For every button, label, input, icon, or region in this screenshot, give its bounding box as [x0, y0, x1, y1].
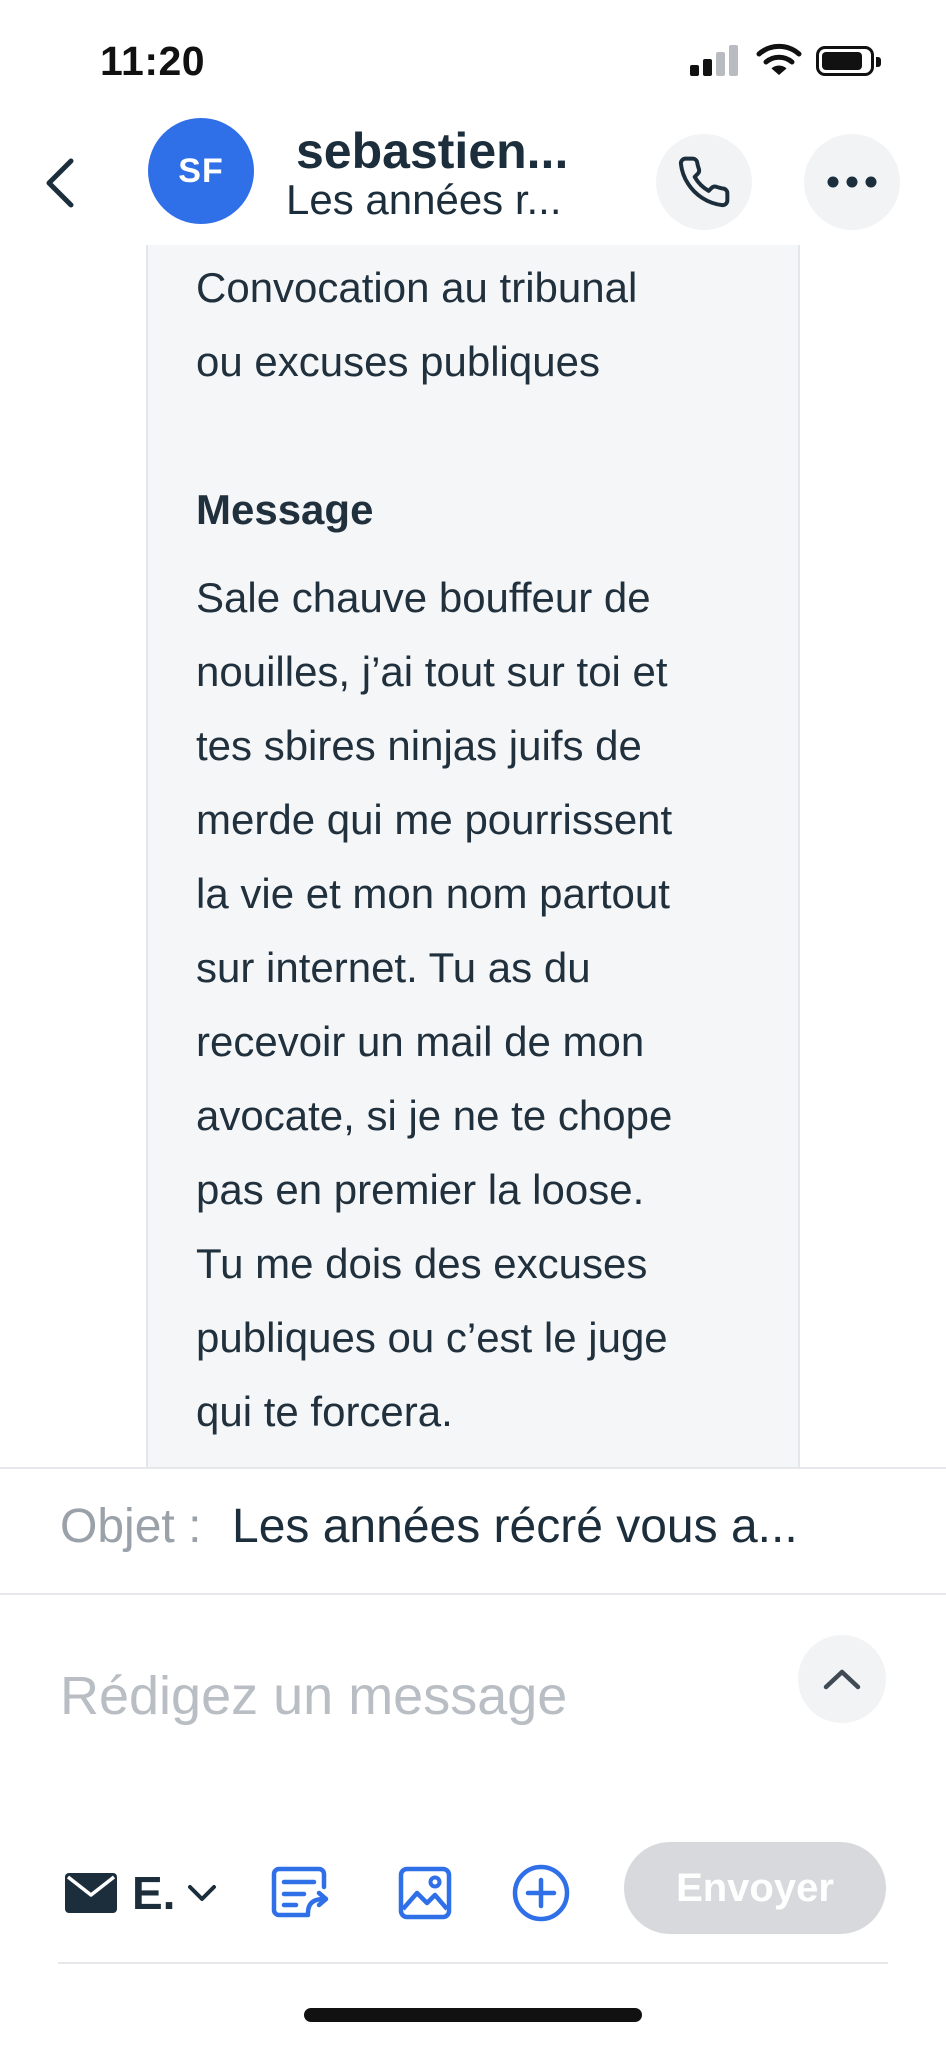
message-body-line: sur internet. Tu as du [196, 944, 591, 991]
conversation-screen: 11:20 SF sebastien... Les années r... Co… [0, 0, 946, 2048]
signal-icon [690, 44, 740, 76]
wifi-icon [756, 42, 802, 83]
subject-label: Objet : [60, 1500, 202, 1553]
send-button[interactable]: Envoyer [624, 1842, 886, 1934]
battery-icon [816, 46, 881, 76]
message-subject-line-1: Convocation au tribunal [196, 264, 638, 311]
image-icon [398, 1866, 452, 1920]
call-button[interactable] [656, 134, 752, 230]
message-body-line: publiques ou c’est le juge [196, 1314, 668, 1361]
message-body-line: Tu me dois des excuses [196, 1240, 648, 1287]
message-body-line: Sale chauve bouffeur de [196, 574, 651, 621]
message-body-line: recevoir un mail de mon [196, 1018, 645, 1065]
template-icon [271, 1866, 329, 1918]
status-time: 11:20 [100, 38, 206, 84]
message-body-line: merde qui me pourrissent [196, 796, 673, 843]
template-button[interactable] [268, 1858, 338, 1928]
subject-value[interactable]: Les années récré vous a... [232, 1499, 798, 1554]
message-heading: Message [196, 486, 374, 533]
message-body-line: tes sbires ninjas juifs de [196, 722, 642, 769]
conversation-header: SF sebastien... Les années r... [0, 110, 946, 245]
back-button[interactable] [30, 148, 90, 218]
image-button[interactable] [390, 1858, 460, 1928]
message-body-line: nouilles, j’ai tout sur toi et [196, 648, 668, 695]
channel-label: E. [132, 1867, 176, 1919]
status-bar: 11:20 [0, 0, 946, 110]
add-button[interactable] [506, 1858, 576, 1928]
message-body-line: avocate, si je ne te chope [196, 1092, 673, 1139]
phone-icon [678, 156, 730, 208]
subject-field[interactable]: Objet : Les années récré vous a... [0, 1467, 946, 1595]
chevron-down-icon [188, 1885, 217, 1901]
expand-compose-button[interactable] [798, 1635, 886, 1723]
add-circle-icon [512, 1864, 570, 1922]
channel-selector[interactable]: E. [64, 1858, 217, 1928]
mail-icon [65, 1873, 117, 1913]
chevron-up-icon [823, 1669, 861, 1690]
message-subject-line-2: ou excuses publiques [196, 338, 600, 385]
message-input[interactable]: Rédigez un message [60, 1665, 567, 1727]
more-horizontal-icon [827, 176, 877, 188]
avatar[interactable]: SF [148, 118, 254, 224]
message-body-line: qui te forcera. [196, 1388, 453, 1435]
home-indicator[interactable] [304, 2008, 642, 2022]
message-body-line: la vie et mon nom partout [196, 870, 670, 917]
contact-subtitle: Les années r... [286, 176, 562, 223]
more-options-button[interactable] [804, 134, 900, 230]
compose-area: Rédigez un message [0, 1595, 946, 1815]
divider [58, 1962, 888, 1964]
compose-toolbar: E. Envoyer [0, 1830, 946, 1950]
chevron-left-icon [46, 158, 74, 208]
message-body-line: pas en premier la loose. [196, 1166, 645, 1213]
contact-name[interactable]: sebastien... [296, 122, 568, 180]
